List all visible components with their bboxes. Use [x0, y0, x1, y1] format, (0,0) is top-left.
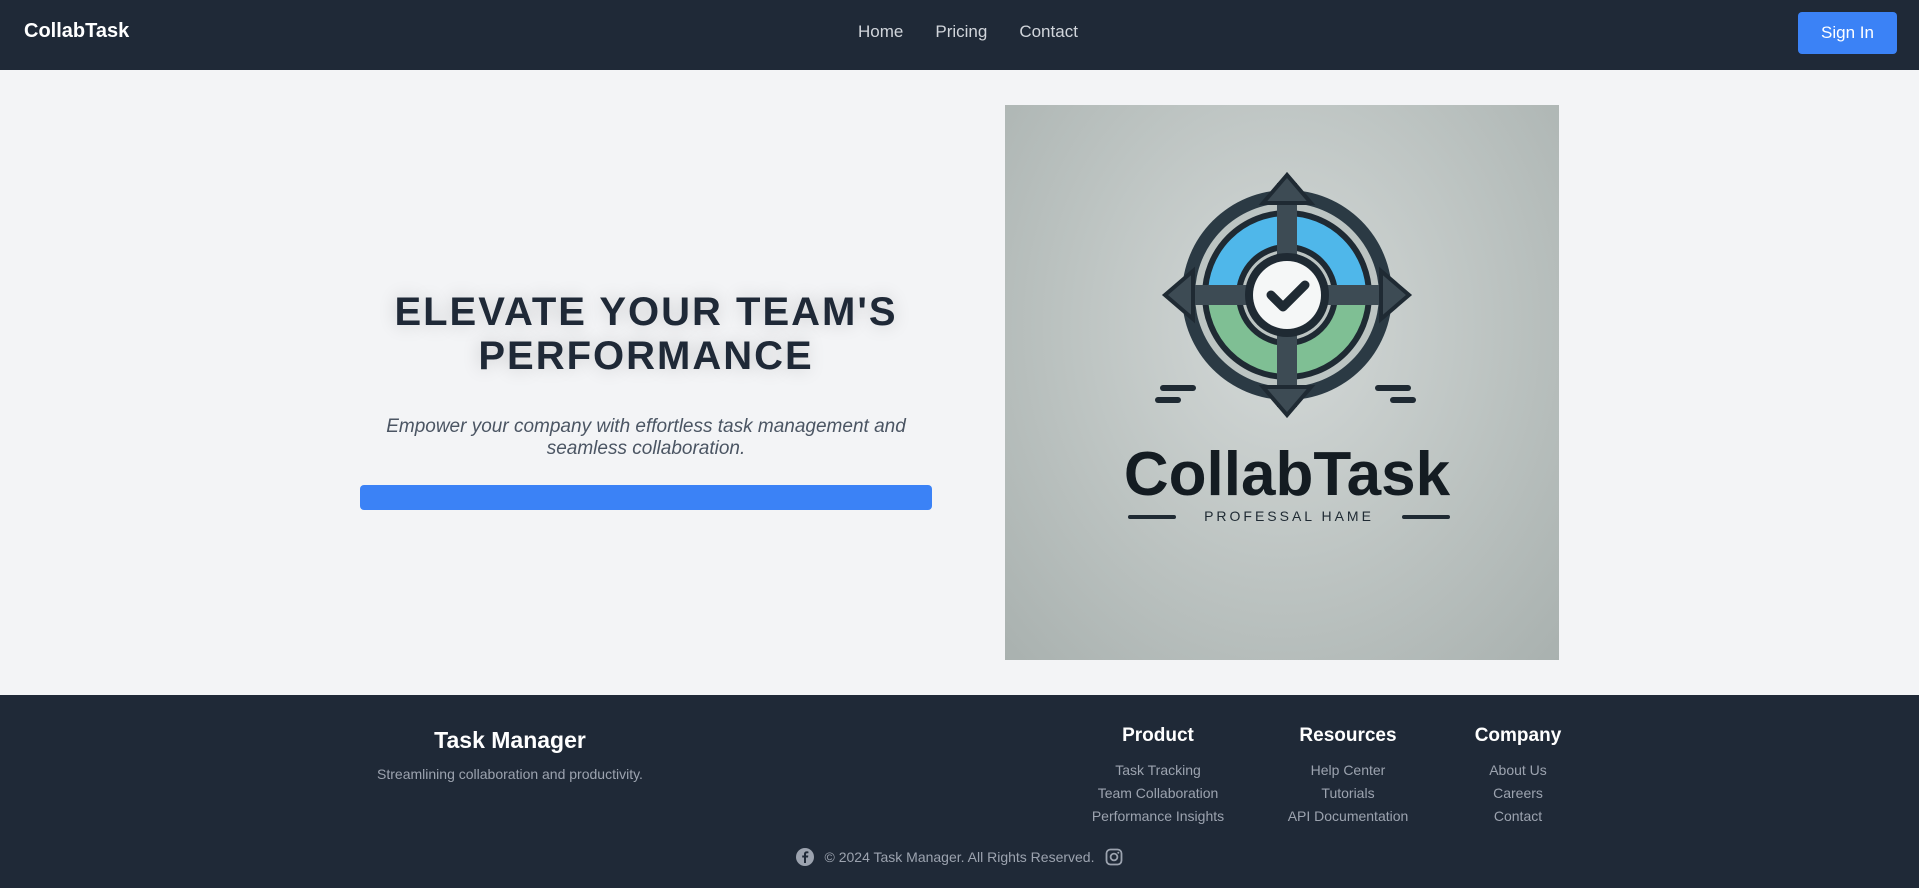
- footer-link-careers[interactable]: Careers: [1443, 782, 1593, 805]
- footer-link-task-tracking[interactable]: Task Tracking: [1083, 759, 1233, 782]
- footer-link-contact[interactable]: Contact: [1443, 805, 1593, 828]
- logo-wordmark: CollabTask: [1124, 440, 1451, 509]
- footer-link-help-center[interactable]: Help Center: [1273, 759, 1423, 782]
- collabtask-logo-image: CollabTask PROFESSAL HAME: [1005, 105, 1559, 660]
- hero-cta-button[interactable]: [360, 485, 932, 510]
- footer-link-about-us[interactable]: About Us: [1443, 759, 1593, 782]
- facebook-icon[interactable]: [795, 847, 815, 867]
- nav-links: Home Pricing Contact: [858, 22, 1078, 42]
- logo-graphic: CollabTask PROFESSAL HAME: [1124, 171, 1451, 524]
- footer-brand: Task Manager Streamlining collaboration …: [310, 727, 710, 782]
- footer-link-tutorials[interactable]: Tutorials: [1273, 782, 1423, 805]
- footer-column-product: Product Task Tracking Team Collaboration…: [1083, 725, 1233, 828]
- copyright-text: © 2024 Task Manager. All Rights Reserved…: [824, 849, 1095, 865]
- footer-column-company: Company About Us Careers Contact: [1443, 725, 1593, 828]
- footer-column-title: Company: [1474, 725, 1562, 746]
- hero-section: ELEVATE YOUR TEAM'S PERFORMANCE Empower …: [0, 70, 1919, 695]
- footer-column-title: Resources: [1299, 725, 1397, 746]
- footer-link-team-collaboration[interactable]: Team Collaboration: [1083, 782, 1233, 805]
- logo-tagline: PROFESSAL HAME: [1204, 508, 1374, 524]
- footer-column-resources: Resources Help Center Tutorials API Docu…: [1273, 725, 1423, 828]
- nav-link-pricing[interactable]: Pricing: [935, 22, 987, 42]
- hero-title: ELEVATE YOUR TEAM'S PERFORMANCE: [394, 290, 898, 378]
- footer-bottom: © 2024 Task Manager. All Rights Reserved…: [0, 847, 1919, 867]
- footer-link-performance-insights[interactable]: Performance Insights: [1083, 805, 1233, 828]
- footer: Task Manager Streamlining collaboration …: [0, 695, 1919, 888]
- footer-column-title: Product: [1122, 725, 1194, 746]
- navbar: CollabTask Home Pricing Contact Sign In: [0, 0, 1919, 70]
- nav-link-contact[interactable]: Contact: [1019, 22, 1078, 42]
- hero-subtitle: Empower your company with effortless tas…: [386, 416, 906, 459]
- footer-tagline: Streamlining collaboration and productiv…: [377, 766, 643, 782]
- brand-logo-link[interactable]: CollabTask: [24, 20, 129, 43]
- footer-link-api-documentation[interactable]: API Documentation: [1273, 805, 1423, 828]
- sign-in-button[interactable]: Sign In: [1798, 12, 1897, 54]
- nav-link-home[interactable]: Home: [858, 22, 903, 42]
- footer-title: Task Manager: [434, 727, 586, 753]
- instagram-icon[interactable]: [1104, 847, 1124, 867]
